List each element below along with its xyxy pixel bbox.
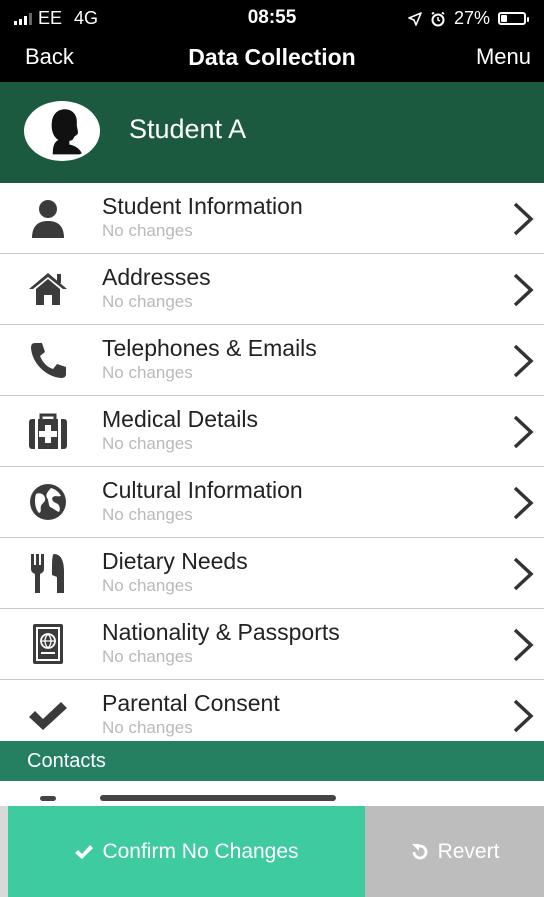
status-bar: EE 4G 08:55 27% bbox=[0, 0, 544, 34]
passport-icon bbox=[24, 622, 72, 666]
avatar bbox=[24, 101, 100, 161]
section-status: No changes bbox=[102, 292, 193, 311]
contact-row-partial[interactable] bbox=[0, 781, 544, 801]
contact-icon-partial bbox=[40, 796, 56, 801]
alarm-icon bbox=[431, 11, 445, 26]
confirm-label: Confirm No Changes bbox=[102, 839, 299, 863]
confirm-no-changes-button[interactable]: Confirm No Changes bbox=[8, 806, 365, 897]
chevron-right-icon bbox=[513, 415, 534, 449]
section-label: Telephones & Emails bbox=[102, 335, 317, 361]
section-list: Student Information No changes Addresses… bbox=[0, 183, 544, 751]
section-dietary-needs[interactable]: Dietary Needs No changes bbox=[0, 538, 544, 609]
section-telephones-emails[interactable]: Telephones & Emails No changes bbox=[0, 325, 544, 396]
section-status: No changes bbox=[102, 363, 193, 382]
globe-icon bbox=[24, 480, 72, 524]
section-label: Student Information bbox=[102, 193, 303, 219]
section-status: No changes bbox=[102, 505, 193, 524]
page-title: Data Collection bbox=[188, 44, 356, 70]
section-label: Parental Consent bbox=[102, 690, 280, 716]
chevron-right-icon bbox=[513, 628, 534, 662]
section-label: Cultural Information bbox=[102, 477, 303, 503]
section-status: No changes bbox=[102, 434, 193, 453]
phone-icon bbox=[24, 338, 72, 382]
battery-percent: 27% bbox=[453, 8, 490, 28]
chevron-right-icon bbox=[513, 699, 534, 733]
section-status: No changes bbox=[102, 718, 193, 737]
section-label: Nationality & Passports bbox=[102, 619, 340, 645]
chevron-right-icon bbox=[513, 202, 534, 236]
medical-kit-icon bbox=[24, 409, 72, 453]
section-label: Dietary Needs bbox=[102, 548, 248, 574]
cutlery-icon bbox=[24, 551, 72, 595]
section-label: Addresses bbox=[102, 264, 211, 290]
student-name: Student A bbox=[129, 114, 247, 144]
section-status: No changes bbox=[102, 221, 193, 240]
undo-icon bbox=[411, 843, 427, 859]
location-icon bbox=[408, 11, 422, 26]
revert-label: Revert bbox=[437, 839, 500, 863]
menu-button[interactable]: Menu bbox=[476, 44, 531, 70]
section-nationality-passports[interactable]: Nationality & Passports No changes bbox=[0, 609, 544, 680]
student-header: Student A bbox=[0, 82, 544, 183]
home-icon bbox=[24, 267, 72, 311]
section-student-information[interactable]: Student Information No changes bbox=[0, 183, 544, 254]
contact-label-partial bbox=[100, 795, 336, 801]
chevron-right-icon bbox=[513, 344, 534, 378]
contacts-label: Contacts bbox=[27, 750, 106, 772]
checkmark-icon bbox=[75, 844, 94, 859]
chevron-right-icon bbox=[513, 486, 534, 520]
section-status: No changes bbox=[102, 647, 193, 666]
contacts-section-header: Contacts bbox=[0, 741, 544, 781]
revert-button[interactable]: Revert bbox=[365, 806, 544, 897]
section-medical-details[interactable]: Medical Details No changes bbox=[0, 396, 544, 467]
checkmark-icon bbox=[24, 693, 72, 737]
battery-icon bbox=[498, 12, 529, 25]
person-icon bbox=[24, 196, 72, 240]
chevron-right-icon bbox=[513, 273, 534, 307]
section-label: Medical Details bbox=[102, 406, 258, 432]
person-silhouette-icon bbox=[27, 104, 97, 158]
chevron-right-icon bbox=[513, 557, 534, 591]
bottom-action-bar: Confirm No Changes Revert bbox=[0, 806, 544, 897]
section-cultural-information[interactable]: Cultural Information No changes bbox=[0, 467, 544, 538]
status-right: 27% bbox=[408, 8, 529, 29]
section-addresses[interactable]: Addresses No changes bbox=[0, 254, 544, 325]
nav-bar: Back Data Collection Menu bbox=[0, 34, 544, 82]
section-status: No changes bbox=[102, 576, 193, 595]
